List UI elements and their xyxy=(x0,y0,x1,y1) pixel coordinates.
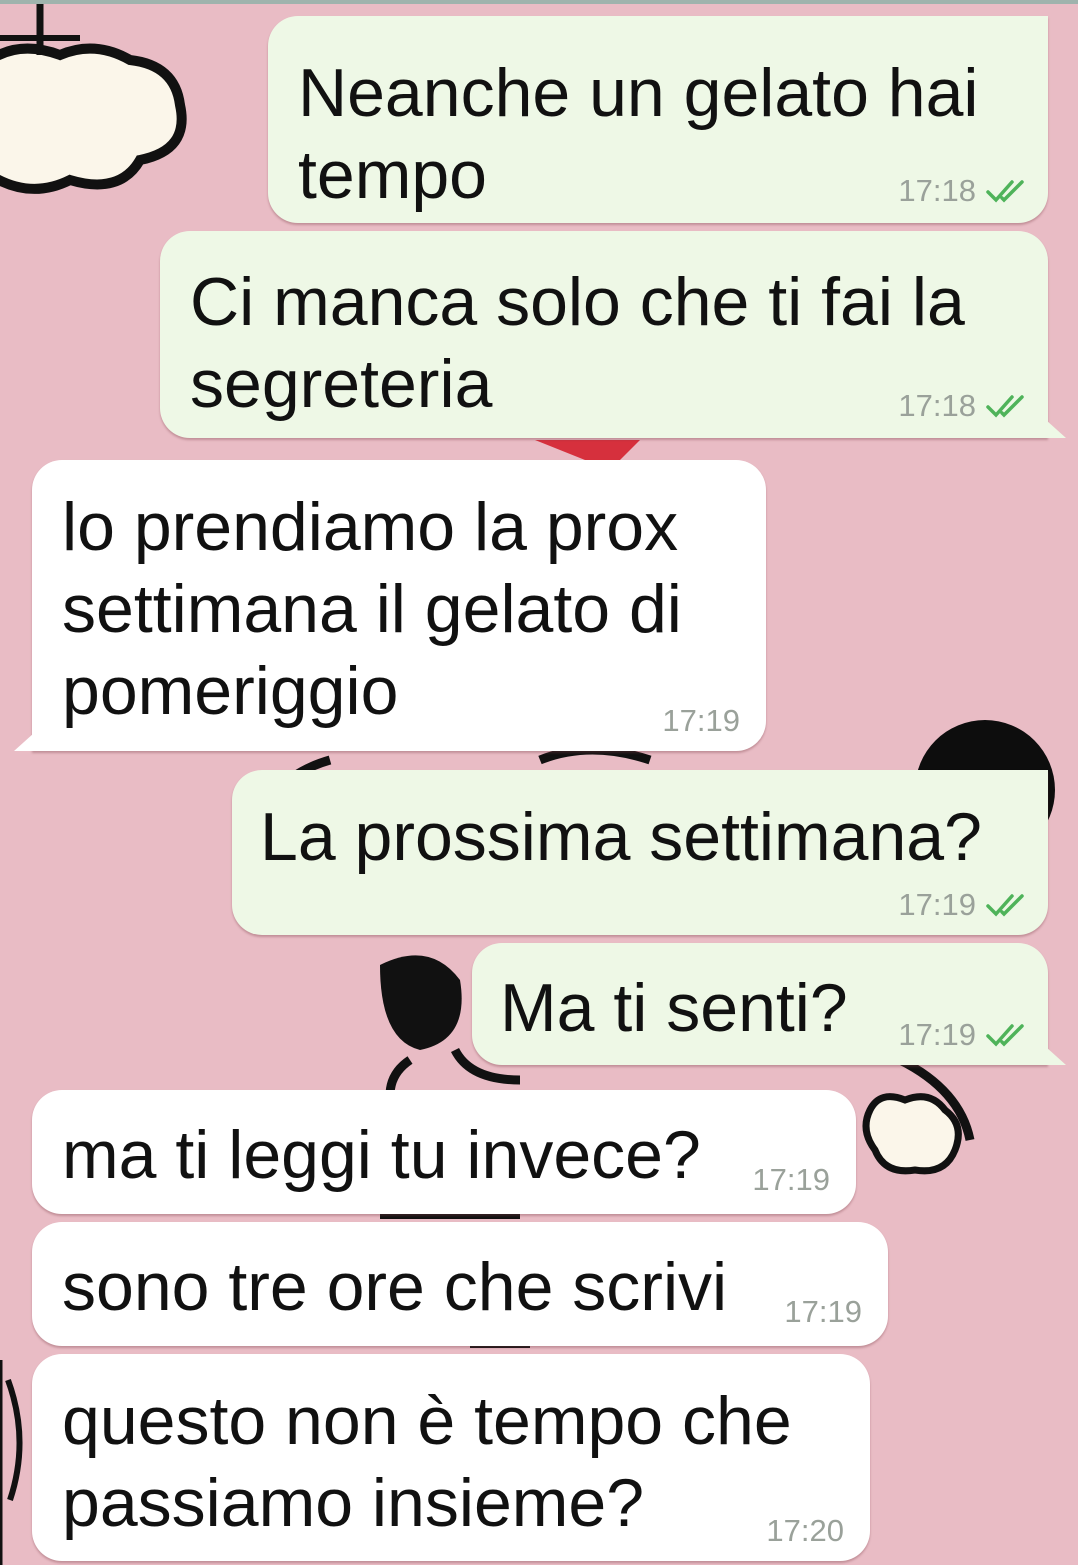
message-meta: 17:18 xyxy=(898,173,1026,209)
message-text: sono tre ore che scrivi xyxy=(62,1249,728,1325)
cloud-doodle xyxy=(0,43,187,194)
message-time: 17:19 xyxy=(898,1017,976,1052)
double-check-icon xyxy=(986,1024,1024,1047)
message-text: Ma ti senti? xyxy=(500,970,848,1046)
message-text: lo prendiamo la prox settimana il gelato… xyxy=(62,489,682,729)
message-incoming[interactable]: ma ti leggi tu invece? 17:19 xyxy=(32,1090,856,1214)
message-meta: 17:19 xyxy=(662,703,740,739)
double-check-icon xyxy=(986,894,1024,917)
message-meta: 17:19 xyxy=(898,1017,1026,1053)
message-text: Ci manca solo che ti fai la segreteria xyxy=(190,264,965,422)
message-meta: 17:20 xyxy=(766,1513,844,1549)
message-text: Neanche un gelato hai tempo xyxy=(298,55,979,213)
bubble-tail xyxy=(1046,1047,1066,1065)
message-incoming[interactable]: sono tre ore che scrivi 17:19 xyxy=(32,1222,888,1346)
message-meta: 17:18 xyxy=(898,388,1026,424)
bubble-tail xyxy=(1046,420,1066,438)
message-outgoing[interactable]: Ma ti senti? 17:19 xyxy=(472,943,1048,1065)
glove-doodle xyxy=(862,1093,962,1175)
message-time: 17:19 xyxy=(752,1162,830,1197)
message-time: 17:19 xyxy=(784,1294,862,1329)
message-meta: 17:19 xyxy=(752,1162,830,1198)
message-outgoing[interactable]: Neanche un gelato hai tempo 17:18 xyxy=(268,16,1048,223)
bubble-tail xyxy=(14,733,34,751)
message-time: 17:18 xyxy=(898,173,976,208)
message-meta: 17:19 xyxy=(784,1294,862,1330)
message-text: questo non è tempo che passiamo insieme? xyxy=(62,1383,792,1541)
message-time: 17:20 xyxy=(766,1513,844,1548)
message-time: 17:19 xyxy=(898,887,976,922)
message-time: 17:18 xyxy=(898,388,976,423)
message-time: 17:19 xyxy=(662,703,740,738)
message-incoming[interactable]: questo non è tempo che passiamo insieme?… xyxy=(32,1354,870,1561)
double-check-icon xyxy=(986,395,1024,418)
message-incoming[interactable]: lo prendiamo la prox settimana il gelato… xyxy=(32,460,766,751)
message-meta: 17:19 xyxy=(898,887,1026,923)
message-text: ma ti leggi tu invece? xyxy=(62,1117,701,1193)
message-outgoing[interactable]: Ci manca solo che ti fai la segreteria 1… xyxy=(160,231,1048,438)
message-text: La prossima settimana? xyxy=(260,799,982,875)
top-divider xyxy=(0,0,1078,4)
double-check-icon xyxy=(986,180,1024,203)
message-outgoing[interactable]: La prossima settimana? 17:19 xyxy=(232,770,1048,935)
